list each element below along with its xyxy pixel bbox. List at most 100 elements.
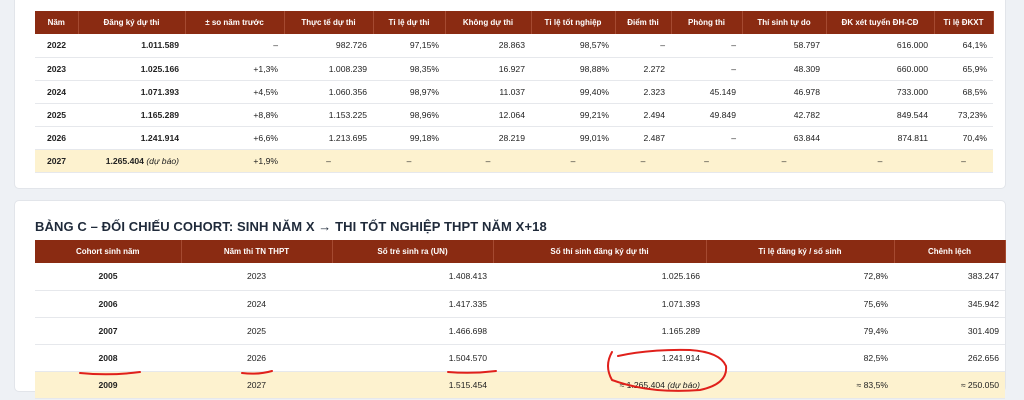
- table-cell: 849.544: [826, 103, 934, 127]
- table-cell: 99,01%: [531, 126, 615, 150]
- table-cell: 16.927: [445, 57, 531, 81]
- table-cell: 58.797: [742, 34, 826, 58]
- table-cell: 11.037: [445, 80, 531, 104]
- table-cell: 65,9%: [934, 57, 993, 81]
- table-cell: 1.008.239: [284, 57, 373, 81]
- table-cell: 2026: [35, 126, 78, 150]
- table-c-header-row: Cohort sinh năm Năm thi TN THPT Số trẻ sin…: [35, 240, 1006, 263]
- table-c-card: BẢNG C – ĐỐI CHIẾU COHORT: SINH NĂM X → …: [14, 200, 1006, 399]
- table-row: 2005 2023 1.408.413 1.025.166 72,8% 383.247: [35, 263, 1005, 291]
- table-cell: 1.071.393: [493, 290, 706, 318]
- table-cell: 1.504.570: [332, 344, 493, 372]
- table-cell: 1.071.393: [78, 80, 185, 104]
- table-a-col-header: Đăng ký dự thi: [78, 11, 186, 34]
- table-cell: 2.323: [615, 80, 671, 104]
- table-cell: 2008: [35, 344, 181, 372]
- table-cell: –: [373, 149, 445, 173]
- table-cell: 82,5%: [706, 344, 894, 372]
- table-row: 2023 1.025.166 +1,3% 1.008.239 98,35% 16.927 9…: [35, 57, 993, 81]
- table-cell: 1.265.404 (dự báo): [78, 149, 185, 173]
- table-row: 2008 2026 1.504.570 1.241.914 82,5% 262.656: [35, 344, 1005, 372]
- table-c-col-header: Cohort sinh năm: [35, 240, 182, 263]
- table-cell: 2025: [35, 103, 78, 127]
- table-cell: 301.409: [894, 317, 1005, 345]
- table-c-col-header: Số thí sinh đăng ký dự thi: [493, 240, 707, 263]
- table-cell: 874.811: [826, 126, 934, 150]
- table-cell: 2.272: [615, 57, 671, 81]
- table-a-col-header: Thực tế dự thi: [284, 11, 374, 34]
- table-cell: 1.408.413: [332, 263, 493, 291]
- table-cell: 63.844: [742, 126, 826, 150]
- table-cell: 2007: [35, 317, 181, 345]
- table-cell: –: [284, 149, 373, 173]
- table-cell: 72,8%: [706, 263, 894, 291]
- table-a-col-header: ± so năm trước: [185, 11, 285, 34]
- table-a-col-header: ĐK xét tuyển ĐH-CĐ: [826, 11, 935, 34]
- table-cell: 2023: [35, 57, 78, 81]
- table-cell: 99,40%: [531, 80, 615, 104]
- table-cell: 2005: [35, 263, 181, 291]
- table-cell: 2.487: [615, 126, 671, 150]
- table-cell: 42.782: [742, 103, 826, 127]
- table-cell: 2.494: [615, 103, 671, 127]
- table-cell: 73,23%: [934, 103, 993, 127]
- table-cell: +1,3%: [185, 57, 284, 81]
- table-cell: 2022: [35, 34, 78, 58]
- table-cell: 616.000: [826, 34, 934, 58]
- table-a-col-header: Thí sinh tự do: [742, 11, 827, 34]
- table-cell: 98,35%: [373, 57, 445, 81]
- table-cell: –: [615, 149, 671, 173]
- table-cell: ≈ 1.265.404 (dự báo): [493, 371, 706, 399]
- table-cell: 1.011.589: [78, 34, 185, 58]
- table-cell: 345.942: [894, 290, 1005, 318]
- table-cell: 2006: [35, 290, 181, 318]
- table-cell: 1.213.695: [284, 126, 373, 150]
- table-cell: 97,15%: [373, 34, 445, 58]
- table-cell: 1.153.225: [284, 103, 373, 127]
- table-cell: –: [671, 126, 742, 150]
- table-cell: +6,6%: [185, 126, 284, 150]
- table-cell: 2024: [181, 290, 332, 318]
- table-cell: 99,18%: [373, 126, 445, 150]
- forecast-value: ≈ 1.265.404: [619, 379, 665, 390]
- table-a-col-header: Tỉ lệ ĐKXT: [934, 11, 994, 34]
- table-cell: 2009: [35, 371, 181, 399]
- table-cell: 1.241.914: [493, 344, 706, 372]
- table-row: 2022 1.011.589–982.726 97,15% 28.863 98,57% –…: [35, 34, 993, 58]
- table-cell: +1,9%: [185, 149, 284, 173]
- table-cell: –: [615, 34, 671, 58]
- table-cell: 2027: [35, 149, 78, 173]
- table-cell: 75,6%: [706, 290, 894, 318]
- table-cell: –: [742, 149, 826, 173]
- table-c-title: BẢNG C – ĐỐI CHIẾU COHORT: SINH NĂM X → …: [35, 219, 547, 234]
- table-c-col-header: Năm thi TN THPT: [181, 240, 333, 263]
- forecast-row-2009: 2009 2027 1.515.454 ≈ 1.265.404 (dự báo) ≈ 8…: [35, 371, 1005, 399]
- table-cell: 2026: [181, 344, 332, 372]
- table-cell: –: [671, 57, 742, 81]
- table-cell: 2023: [181, 263, 332, 291]
- table-a-col-header: Điểm thi: [615, 11, 672, 34]
- table-cell: 45.149: [671, 80, 742, 104]
- table-a-col-header: Tỉ lệ dự thi: [373, 11, 446, 34]
- table-cell: 98,88%: [531, 57, 615, 81]
- table-c-col-header: Số trẻ sinh ra (UN): [332, 240, 494, 263]
- table-a-col-header: Không dự thi: [445, 11, 532, 34]
- table-cell: 2025: [181, 317, 332, 345]
- table-cell: 1.241.914: [78, 126, 185, 150]
- table-cell: 48.309: [742, 57, 826, 81]
- table-cell: 660.000: [826, 57, 934, 81]
- table-cell: 1.515.454: [332, 371, 493, 399]
- table-a-col-header: Tỉ lệ tốt nghiệp: [531, 11, 616, 34]
- table-cell: –: [531, 149, 615, 173]
- table-cell: 46.978: [742, 80, 826, 104]
- table-cell: 2024: [35, 80, 78, 104]
- table-cell: 99,21%: [531, 103, 615, 127]
- forecast-row-2027: 2027 1.265.404 (dự báo) +1,9% – – – – – – – – –: [35, 149, 993, 173]
- forecast-note: (dự báo): [146, 155, 179, 166]
- table-a-col-header: Phòng thi: [671, 11, 743, 34]
- table-cell: 1.060.356: [284, 80, 373, 104]
- table-cell: 28.219: [445, 126, 531, 150]
- table-row: 2025 1.165.289 +8,8% 1.153.225 98,96% 12.064 9…: [35, 103, 993, 127]
- table-cell: 383.247: [894, 263, 1005, 291]
- table-cell: –: [445, 149, 531, 173]
